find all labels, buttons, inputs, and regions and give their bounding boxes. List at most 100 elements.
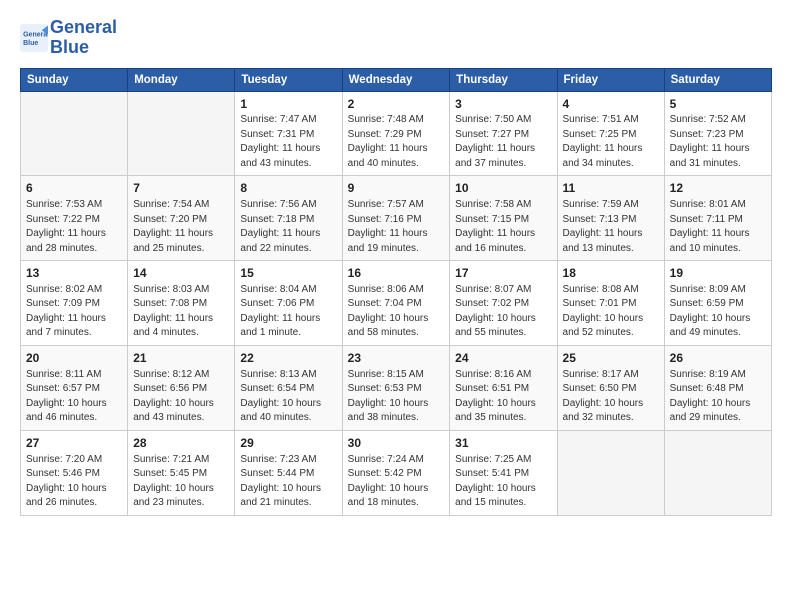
day-info: Sunrise: 7:50 AM Sunset: 7:27 PM Dayligh… [455, 113, 551, 171]
day-number: 2 [348, 96, 445, 113]
day-number: 20 [26, 350, 122, 367]
weekday-header-tuesday: Tuesday [235, 68, 342, 91]
day-info: Sunrise: 7:58 AM Sunset: 7:15 PM Dayligh… [455, 198, 551, 256]
day-number: 7 [133, 180, 229, 197]
week-row-1: 1Sunrise: 7:47 AM Sunset: 7:31 PM Daylig… [21, 91, 772, 176]
calendar-cell: 20Sunrise: 8:11 AM Sunset: 6:57 PM Dayli… [21, 345, 128, 430]
day-number: 17 [455, 265, 551, 282]
day-number: 22 [240, 350, 336, 367]
weekday-header-row: SundayMondayTuesdayWednesdayThursdayFrid… [21, 68, 772, 91]
day-number: 30 [348, 435, 445, 452]
day-info: Sunrise: 8:12 AM Sunset: 6:56 PM Dayligh… [133, 368, 229, 426]
week-row-4: 20Sunrise: 8:11 AM Sunset: 6:57 PM Dayli… [21, 345, 772, 430]
day-number: 24 [455, 350, 551, 367]
calendar-cell: 11Sunrise: 7:59 AM Sunset: 7:13 PM Dayli… [557, 176, 664, 261]
calendar-cell: 5Sunrise: 7:52 AM Sunset: 7:23 PM Daylig… [664, 91, 771, 176]
day-number: 27 [26, 435, 122, 452]
day-number: 23 [348, 350, 445, 367]
day-number: 21 [133, 350, 229, 367]
day-info: Sunrise: 8:09 AM Sunset: 6:59 PM Dayligh… [670, 283, 766, 341]
calendar-cell: 21Sunrise: 8:12 AM Sunset: 6:56 PM Dayli… [128, 345, 235, 430]
day-info: Sunrise: 8:15 AM Sunset: 6:53 PM Dayligh… [348, 368, 445, 426]
day-info: Sunrise: 7:52 AM Sunset: 7:23 PM Dayligh… [670, 113, 766, 171]
day-info: Sunrise: 8:01 AM Sunset: 7:11 PM Dayligh… [670, 198, 766, 256]
week-row-3: 13Sunrise: 8:02 AM Sunset: 7:09 PM Dayli… [21, 261, 772, 346]
svg-text:Blue: Blue [23, 40, 38, 47]
day-info: Sunrise: 7:24 AM Sunset: 5:42 PM Dayligh… [348, 453, 445, 511]
calendar-table: SundayMondayTuesdayWednesdayThursdayFrid… [20, 68, 772, 516]
day-info: Sunrise: 8:13 AM Sunset: 6:54 PM Dayligh… [240, 368, 336, 426]
calendar-cell: 14Sunrise: 8:03 AM Sunset: 7:08 PM Dayli… [128, 261, 235, 346]
calendar-cell: 25Sunrise: 8:17 AM Sunset: 6:50 PM Dayli… [557, 345, 664, 430]
calendar-cell [21, 91, 128, 176]
day-number: 16 [348, 265, 445, 282]
day-number: 9 [348, 180, 445, 197]
day-info: Sunrise: 7:47 AM Sunset: 7:31 PM Dayligh… [240, 113, 336, 171]
logo-text-line1: General [50, 18, 117, 38]
calendar-cell: 3Sunrise: 7:50 AM Sunset: 7:27 PM Daylig… [450, 91, 557, 176]
day-info: Sunrise: 8:16 AM Sunset: 6:51 PM Dayligh… [455, 368, 551, 426]
calendar-cell: 17Sunrise: 8:07 AM Sunset: 7:02 PM Dayli… [450, 261, 557, 346]
calendar-cell: 6Sunrise: 7:53 AM Sunset: 7:22 PM Daylig… [21, 176, 128, 261]
calendar-cell: 13Sunrise: 8:02 AM Sunset: 7:09 PM Dayli… [21, 261, 128, 346]
day-number: 15 [240, 265, 336, 282]
logo: General Blue General Blue [20, 18, 117, 58]
logo-icon: General Blue [20, 24, 48, 52]
day-info: Sunrise: 7:57 AM Sunset: 7:16 PM Dayligh… [348, 198, 445, 256]
day-info: Sunrise: 8:06 AM Sunset: 7:04 PM Dayligh… [348, 283, 445, 341]
header: General Blue General Blue [20, 18, 772, 58]
day-number: 10 [455, 180, 551, 197]
calendar-cell [128, 91, 235, 176]
day-number: 31 [455, 435, 551, 452]
day-info: Sunrise: 7:21 AM Sunset: 5:45 PM Dayligh… [133, 453, 229, 511]
day-number: 25 [563, 350, 659, 367]
day-number: 19 [670, 265, 766, 282]
calendar-cell: 22Sunrise: 8:13 AM Sunset: 6:54 PM Dayli… [235, 345, 342, 430]
day-info: Sunrise: 8:04 AM Sunset: 7:06 PM Dayligh… [240, 283, 336, 341]
day-number: 1 [240, 96, 336, 113]
day-info: Sunrise: 7:25 AM Sunset: 5:41 PM Dayligh… [455, 453, 551, 511]
day-number: 3 [455, 96, 551, 113]
day-info: Sunrise: 8:08 AM Sunset: 7:01 PM Dayligh… [563, 283, 659, 341]
day-number: 8 [240, 180, 336, 197]
day-info: Sunrise: 8:17 AM Sunset: 6:50 PM Dayligh… [563, 368, 659, 426]
calendar-cell: 1Sunrise: 7:47 AM Sunset: 7:31 PM Daylig… [235, 91, 342, 176]
calendar-cell: 9Sunrise: 7:57 AM Sunset: 7:16 PM Daylig… [342, 176, 450, 261]
calendar-cell: 10Sunrise: 7:58 AM Sunset: 7:15 PM Dayli… [450, 176, 557, 261]
calendar-cell: 19Sunrise: 8:09 AM Sunset: 6:59 PM Dayli… [664, 261, 771, 346]
weekday-header-sunday: Sunday [21, 68, 128, 91]
calendar-cell: 16Sunrise: 8:06 AM Sunset: 7:04 PM Dayli… [342, 261, 450, 346]
calendar-cell: 27Sunrise: 7:20 AM Sunset: 5:46 PM Dayli… [21, 430, 128, 515]
calendar-cell: 29Sunrise: 7:23 AM Sunset: 5:44 PM Dayli… [235, 430, 342, 515]
day-info: Sunrise: 7:56 AM Sunset: 7:18 PM Dayligh… [240, 198, 336, 256]
week-row-5: 27Sunrise: 7:20 AM Sunset: 5:46 PM Dayli… [21, 430, 772, 515]
day-number: 18 [563, 265, 659, 282]
calendar-cell: 18Sunrise: 8:08 AM Sunset: 7:01 PM Dayli… [557, 261, 664, 346]
day-info: Sunrise: 8:03 AM Sunset: 7:08 PM Dayligh… [133, 283, 229, 341]
weekday-header-wednesday: Wednesday [342, 68, 450, 91]
day-info: Sunrise: 8:19 AM Sunset: 6:48 PM Dayligh… [670, 368, 766, 426]
day-number: 4 [563, 96, 659, 113]
calendar-cell [664, 430, 771, 515]
calendar-page: General Blue General Blue SundayMondayTu… [0, 0, 792, 612]
day-info: Sunrise: 7:59 AM Sunset: 7:13 PM Dayligh… [563, 198, 659, 256]
day-info: Sunrise: 8:11 AM Sunset: 6:57 PM Dayligh… [26, 368, 122, 426]
calendar-cell: 30Sunrise: 7:24 AM Sunset: 5:42 PM Dayli… [342, 430, 450, 515]
calendar-cell [557, 430, 664, 515]
calendar-cell: 12Sunrise: 8:01 AM Sunset: 7:11 PM Dayli… [664, 176, 771, 261]
day-number: 26 [670, 350, 766, 367]
calendar-cell: 7Sunrise: 7:54 AM Sunset: 7:20 PM Daylig… [128, 176, 235, 261]
week-row-2: 6Sunrise: 7:53 AM Sunset: 7:22 PM Daylig… [21, 176, 772, 261]
day-number: 12 [670, 180, 766, 197]
day-info: Sunrise: 8:07 AM Sunset: 7:02 PM Dayligh… [455, 283, 551, 341]
calendar-cell: 8Sunrise: 7:56 AM Sunset: 7:18 PM Daylig… [235, 176, 342, 261]
day-number: 6 [26, 180, 122, 197]
day-number: 14 [133, 265, 229, 282]
day-number: 28 [133, 435, 229, 452]
day-number: 29 [240, 435, 336, 452]
weekday-header-thursday: Thursday [450, 68, 557, 91]
calendar-cell: 4Sunrise: 7:51 AM Sunset: 7:25 PM Daylig… [557, 91, 664, 176]
weekday-header-friday: Friday [557, 68, 664, 91]
logo-text-line2: Blue [50, 38, 117, 58]
svg-text:General: General [23, 31, 48, 38]
